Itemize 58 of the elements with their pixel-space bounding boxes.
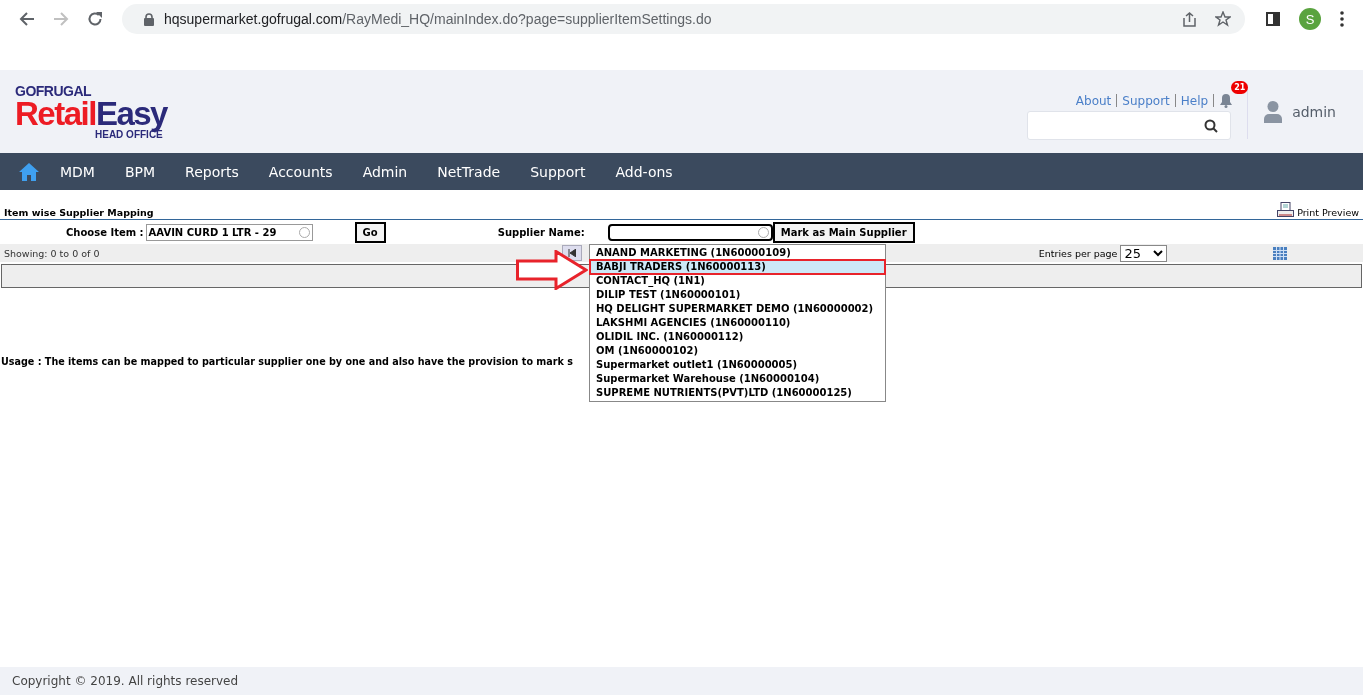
choose-item-label: Choose Item : [66,226,144,238]
first-page-icon[interactable] [568,249,576,257]
header-link[interactable]: Help [1180,93,1209,108]
address-bar[interactable]: hqsupermarket.gofrugal.com/RayMedi_HQ/mainIndex.do?page=supplierItemSettings.do [122,4,1245,34]
dropdown-option[interactable]: DILIP TEST (1N60000101) [590,288,885,302]
sidebar-icon[interactable] [1266,12,1280,26]
supplier-field[interactable] [607,223,773,241]
bell-icon[interactable] [1219,93,1234,108]
arrow-annotation [516,250,588,290]
usage-text: Usage : The items can be mapped to particular supplier one by one and also have the provision to mark s [1,356,573,367]
dropdown-option[interactable]: Supermarket Warehouse (1N60000104) [590,372,885,386]
dropdown-option[interactable]: LAKSHMI AGENCIES (1N60000110) [590,316,885,330]
header-link[interactable]: About [1075,93,1112,108]
menu-icon[interactable] [1340,11,1344,27]
user-name[interactable]: admin [1292,103,1336,120]
mark-main-supplier-button[interactable]: Mark as Main Supplier [772,221,915,243]
dropdown-option[interactable]: SUPREME NUTRIENTS(PVT)LTD (1N60000125) [590,386,885,400]
entries-select[interactable]: 25 [1120,244,1167,262]
notification-badge: 21 [1231,81,1249,94]
dropdown-option[interactable]: Supermarket outlet1 (1N60000005) [590,358,885,372]
brand-text: GOFRUGAL [15,83,93,98]
url-text: hqsupermarket.gofrugal.com/RayMedi_HQ/mainIndex.do?page=supplierItemSettings.do [164,11,712,27]
print-preview-link[interactable]: Print Preview [1297,207,1359,218]
header-link[interactable]: Support [1122,93,1170,108]
back-icon[interactable] [19,11,35,27]
dropdown-option[interactable]: OM (1N60000102) [590,344,885,358]
showing-text: Showing: 0 to 0 of 0 [4,247,101,259]
lock-icon [144,12,154,26]
nav-item[interactable]: Support [530,163,586,180]
dropdown-option[interactable]: CONTACT_HQ (1N1) [590,274,885,288]
dropdown-option[interactable]: ANAND MARKETING (1N60000109) [590,246,885,260]
supplier-name-label: Supplier Name: [497,226,586,238]
page-title: Item wise Supplier Mapping [4,207,154,218]
reload-icon[interactable] [87,11,103,27]
item-field[interactable]: AAVIN CURD 1 LTR - 29 [145,223,313,241]
nav-item[interactable]: Reports [185,163,239,180]
nav-item[interactable]: MDM [60,163,95,180]
nav-item[interactable]: Add-ons [615,163,673,180]
dropdown-option[interactable]: OLIDIL INC. (1N60000112) [590,330,885,344]
nav-item[interactable]: NetTrade [437,163,501,180]
user-icon [1264,100,1283,123]
nav-item[interactable]: BPM [124,163,156,180]
dropdown-option[interactable]: BABJI TRADERS (1N60000113) [590,260,885,274]
printer-icon[interactable] [1277,202,1295,218]
product-logo: RetailEasy [15,97,167,130]
nav-item[interactable]: Accounts [268,163,333,180]
share-icon[interactable] [1182,11,1197,27]
star-icon[interactable] [1215,11,1231,27]
copyright-text: Copyright © 2019. All rights reserved [12,674,239,688]
table-icon[interactable] [1273,246,1287,260]
search-icon[interactable] [1204,118,1219,133]
caret-icon[interactable] [1153,249,1163,257]
go-button[interactable]: Go [354,221,386,243]
dropdown-option[interactable]: HQ DELIGHT SUPERMARKET DEMO (1N60000002) [590,302,885,316]
nav-item[interactable]: Admin [362,163,408,180]
home-icon[interactable] [19,162,39,181]
entries-per-page-label: Entries per page [1038,247,1118,259]
search-field[interactable] [1027,111,1232,140]
